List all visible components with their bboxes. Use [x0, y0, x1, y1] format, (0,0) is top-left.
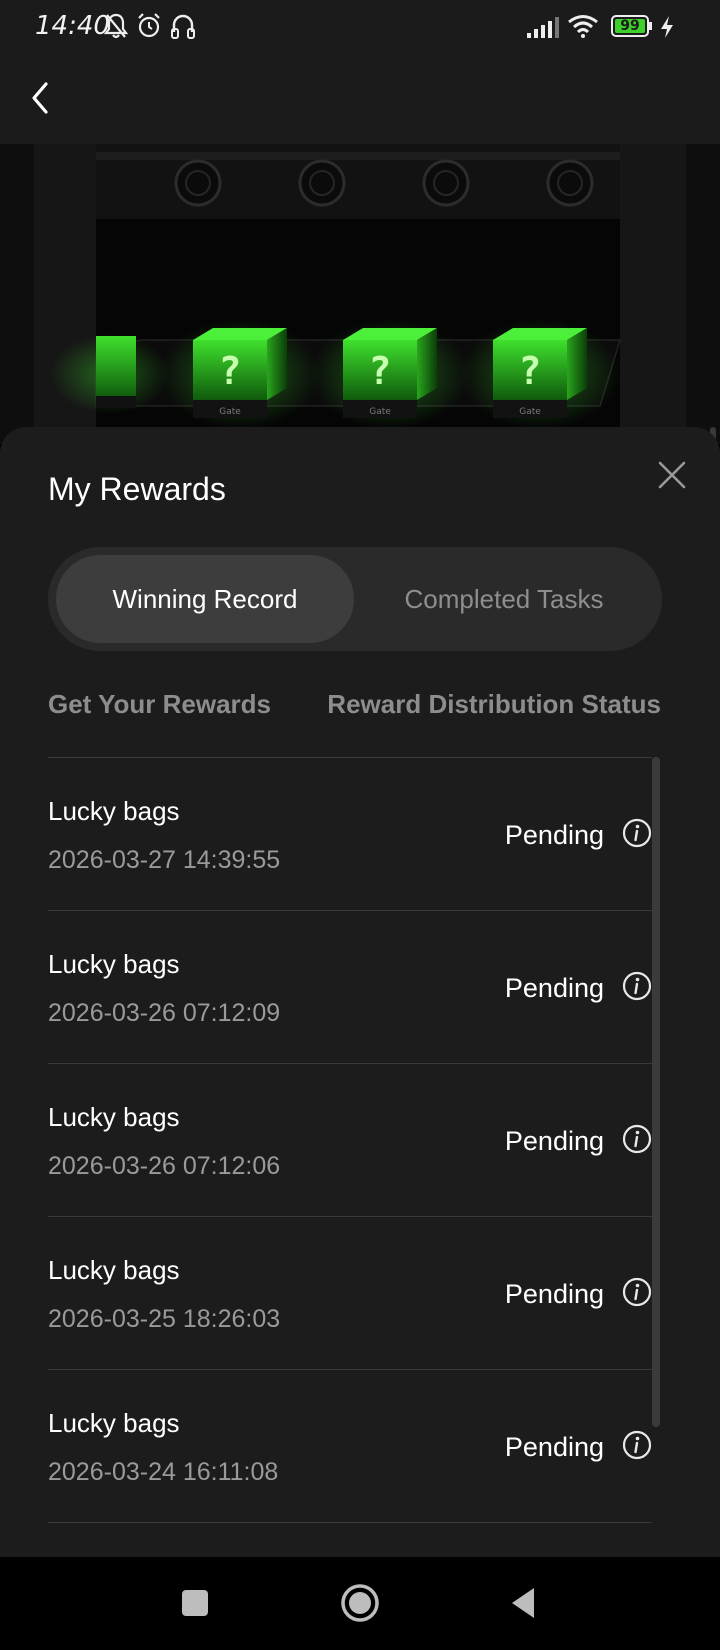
record-status: Pending — [504, 1126, 604, 1156]
info-icon[interactable] — [622, 971, 652, 1001]
svg-text:?: ? — [519, 349, 542, 393]
list-scrollbar[interactable] — [652, 757, 660, 1427]
back-arrow-icon — [32, 82, 48, 114]
svg-text:?: ? — [219, 349, 242, 393]
svg-text:Gate: Gate — [219, 407, 241, 417]
bell-off-icon — [104, 13, 128, 39]
close-button[interactable] — [654, 457, 690, 493]
records-list: Lucky bags 2026-03-27 14:39:55 Pending L… — [48, 757, 652, 1523]
record-name: Lucky bags — [48, 1408, 180, 1438]
battery-level: 99 — [620, 18, 640, 34]
record-row[interactable]: Lucky bags 2026-03-27 14:39:55 Pending — [48, 757, 652, 910]
mystery-box — [50, 334, 170, 414]
record-name: Lucky bags — [48, 949, 180, 979]
status-time: 14:40 — [35, 11, 110, 41]
close-icon — [658, 461, 686, 489]
tab-completed-tasks[interactable]: Completed Tasks — [354, 555, 654, 643]
back-button[interactable] — [22, 74, 58, 122]
status-icons-right: 99 — [527, 14, 687, 40]
tab-switcher: Winning Record Completed Tasks — [48, 547, 662, 651]
wifi-icon — [568, 15, 598, 38]
home-button[interactable] — [340, 1583, 380, 1623]
sheet-title: My Rewards — [48, 471, 226, 507]
record-status: Pending — [504, 820, 604, 850]
record-date: 2026-03-25 18:26:03 — [48, 1305, 281, 1333]
charging-icon — [661, 16, 673, 38]
record-row[interactable]: Lucky bags 2026-03-24 16:11:08 Pending — [48, 1369, 652, 1523]
tab-winning-record[interactable]: Winning Record — [56, 555, 354, 643]
record-status: Pending — [504, 1432, 604, 1462]
record-row[interactable]: Lucky bags 2026-03-26 07:12:09 Pending — [48, 910, 652, 1063]
headphones-icon — [171, 14, 195, 39]
record-date: 2026-03-26 07:12:06 — [48, 1152, 281, 1180]
info-icon[interactable] — [622, 1124, 652, 1154]
alarm-icon — [138, 13, 160, 38]
record-date: 2026-03-27 14:39:55 — [48, 846, 281, 874]
record-status: Pending — [504, 1279, 604, 1309]
record-name: Lucky bags — [48, 796, 180, 826]
record-date: 2026-03-24 16:11:08 — [48, 1458, 279, 1486]
mystery-box: ? Gate — [460, 319, 620, 429]
record-row[interactable]: Lucky bags 2026-03-25 18:26:03 Pending — [48, 1216, 652, 1369]
signal-icon — [527, 17, 559, 38]
mystery-box: ? Gate — [310, 319, 470, 429]
system-nav-bar — [0, 1557, 720, 1650]
back-nav-button[interactable] — [508, 1585, 538, 1621]
record-name: Lucky bags — [48, 1102, 180, 1132]
info-icon[interactable] — [622, 1277, 652, 1307]
record-date: 2026-03-26 07:12:09 — [48, 999, 281, 1027]
column-header-rewards: Get Your Rewards — [48, 689, 271, 719]
column-header-status: Reward Distribution Status — [327, 689, 661, 719]
info-icon[interactable] — [622, 1430, 652, 1460]
record-row[interactable]: Lucky bags 2026-03-26 07:12:06 Pending — [48, 1063, 652, 1216]
recents-button[interactable] — [180, 1588, 210, 1618]
mystery-box-stage: ? Gate ? Gate ? Gate — [0, 144, 720, 444]
top-nav — [0, 54, 720, 144]
status-bar: 14:40 99 — [0, 0, 720, 54]
record-name: Lucky bags — [48, 1255, 180, 1285]
svg-text:Gate: Gate — [519, 407, 541, 417]
mystery-box: ? Gate — [160, 319, 320, 429]
hero-banner: ? Gate ? Gate ? Gate — [0, 144, 720, 444]
svg-text:?: ? — [369, 349, 392, 393]
rewards-sheet: My Rewards Winning Record Completed Task… — [0, 427, 720, 1557]
info-icon[interactable] — [622, 818, 652, 848]
record-status: Pending — [504, 973, 604, 1003]
svg-text:Gate: Gate — [369, 407, 391, 417]
